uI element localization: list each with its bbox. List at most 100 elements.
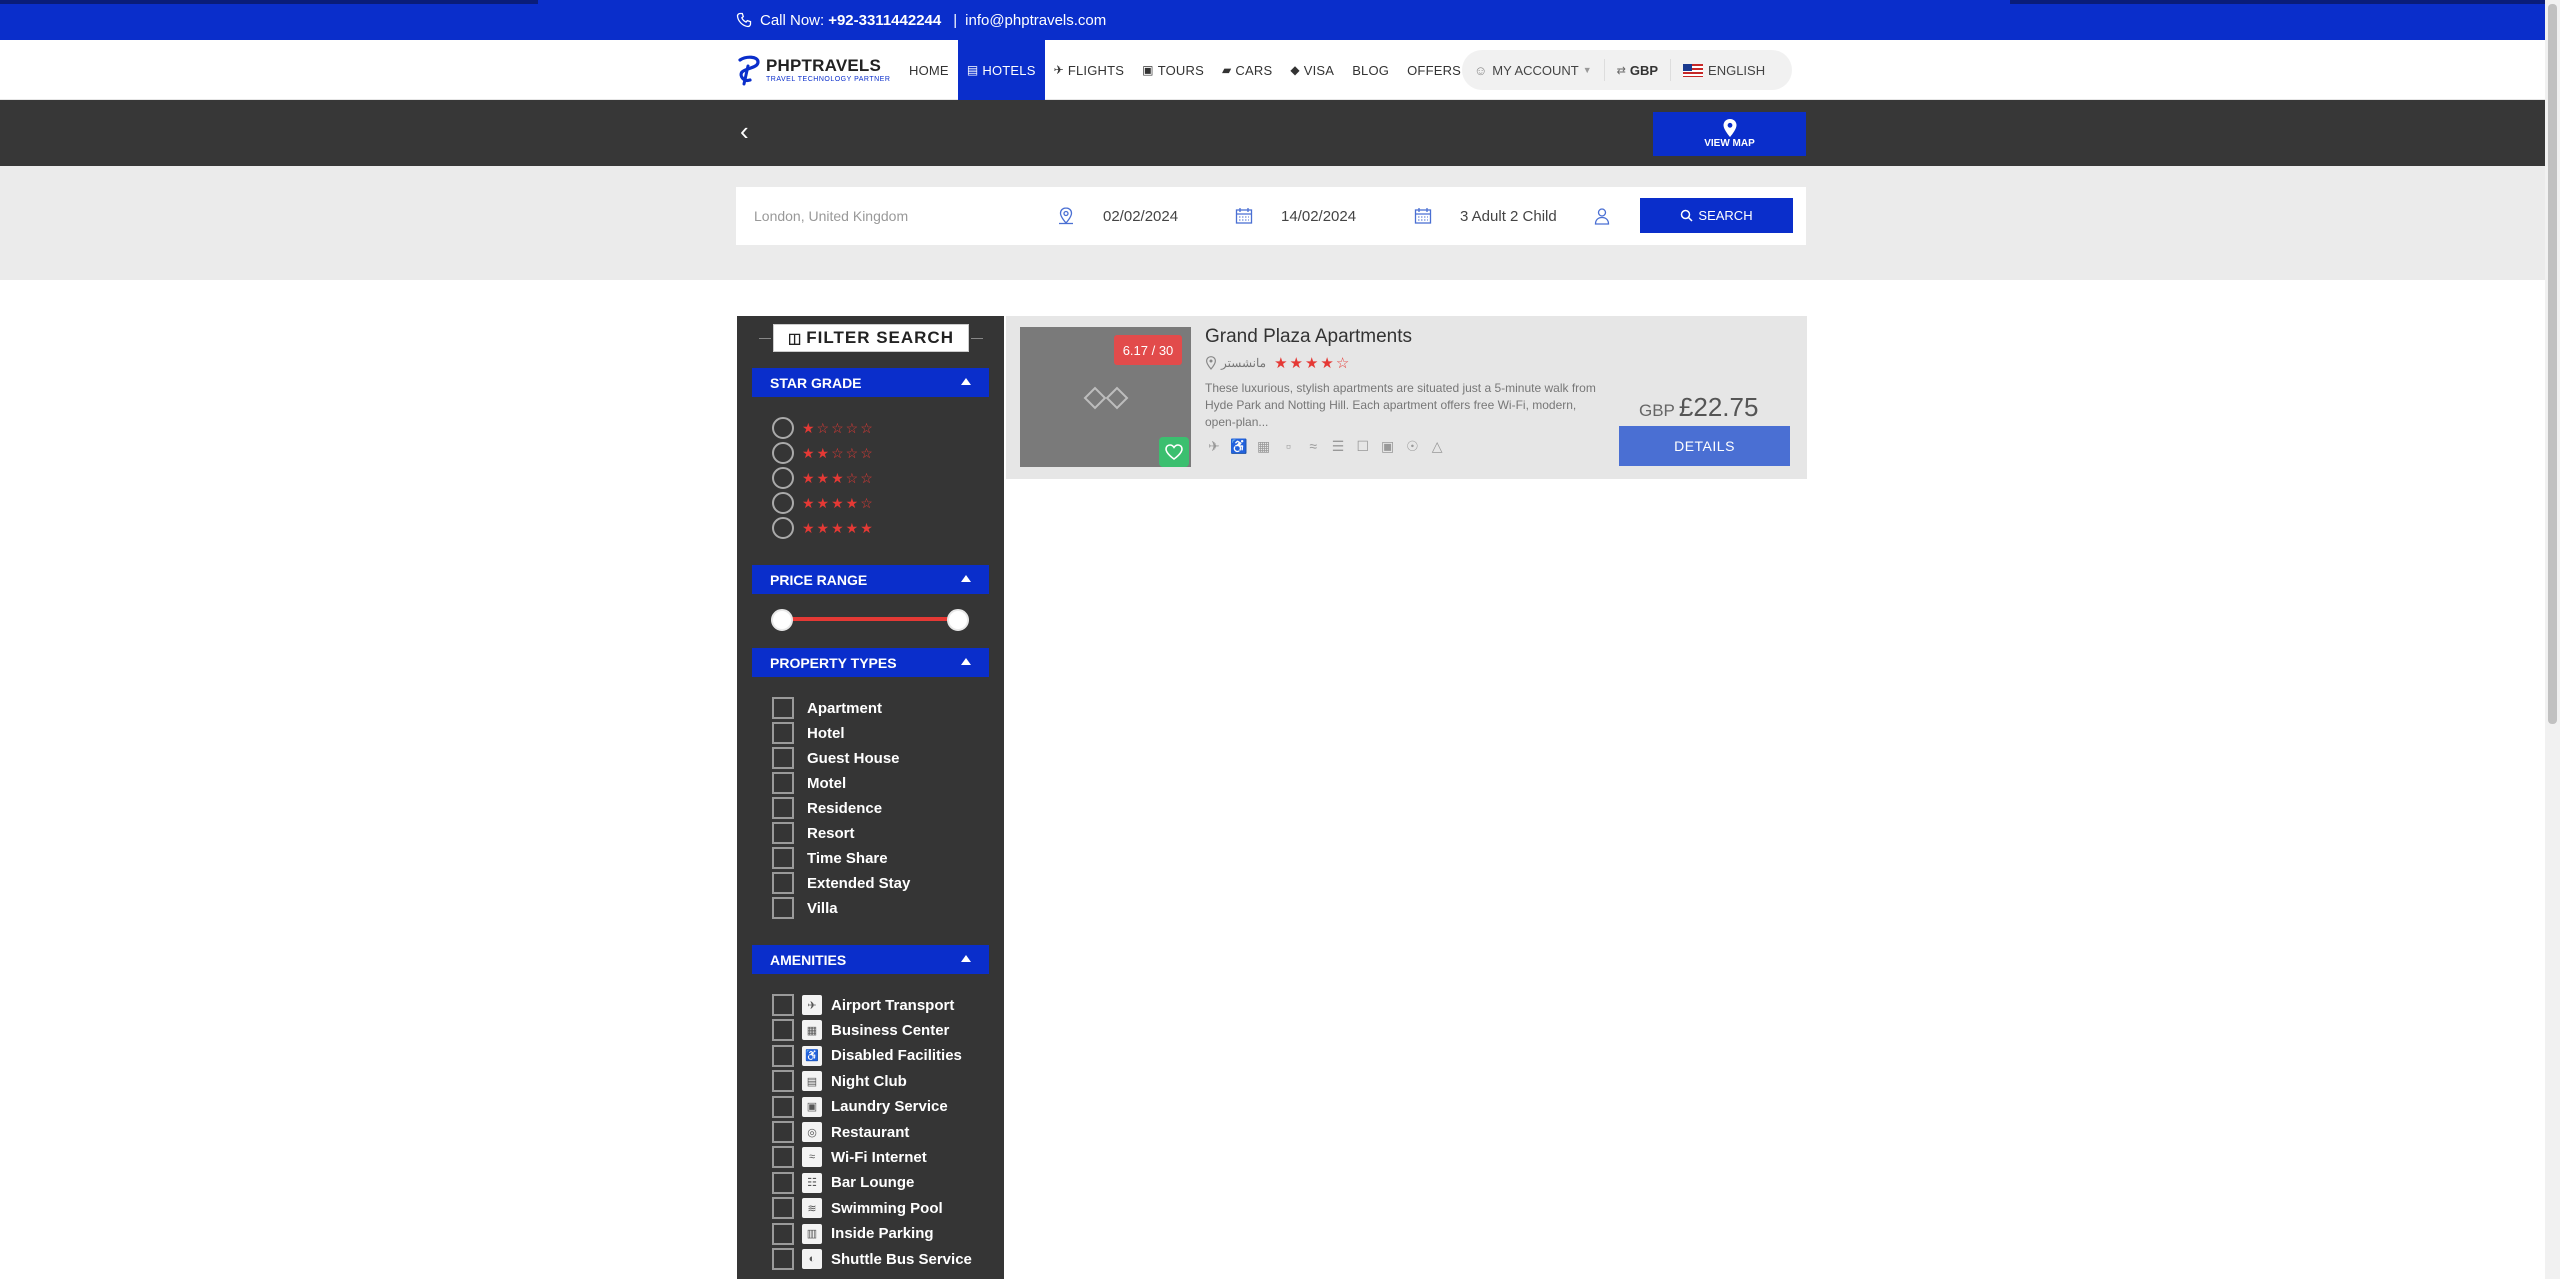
car-icon: ▰ (1221, 63, 1232, 77)
amenity-option[interactable]: ▣ Laundry Service (772, 1095, 948, 1118)
price-min-handle[interactable] (771, 609, 793, 631)
checkbox[interactable] (772, 1019, 794, 1042)
checkout-date-input[interactable]: 14/02/2024 (1281, 187, 1356, 245)
amenities-header[interactable]: AMENITIES (752, 945, 989, 974)
view-map-button[interactable]: VIEW MAP (1653, 112, 1806, 156)
star-grade-option[interactable]: ★★★★★ (772, 517, 875, 539)
nav-blog[interactable]: BLOG (1343, 40, 1398, 100)
star-grade-header[interactable]: STAR GRADE (752, 368, 989, 397)
scrollbar-thumb[interactable] (2548, 4, 2557, 724)
property-type-option[interactable]: Extended Stay (772, 872, 910, 894)
nav-tours[interactable]: ▣ TOURS (1133, 40, 1213, 100)
amenity-option[interactable]: ☷ Bar Lounge (772, 1171, 914, 1194)
radio-button[interactable] (772, 467, 794, 489)
checkbox[interactable] (772, 847, 794, 869)
checkbox[interactable] (772, 1248, 794, 1270)
star-grade-option[interactable]: ★★★★☆ (772, 492, 875, 514)
location-input[interactable]: London, United Kingdom (754, 187, 908, 245)
nav-label: HOTELS (982, 62, 1036, 78)
property-type-option[interactable]: Apartment (772, 697, 882, 719)
property-type-label: Hotel (807, 724, 845, 742)
amenity-option[interactable]: ♿ Disabled Facilities (772, 1044, 962, 1067)
bar-icon: ☰ (1331, 437, 1345, 454)
price-range-header[interactable]: PRICE RANGE (752, 565, 989, 594)
property-type-option[interactable]: Time Share (772, 847, 888, 869)
checkbox[interactable] (772, 797, 794, 819)
amenity-option[interactable]: ≈ Wi-Fi Internet (772, 1146, 927, 1169)
radio-button[interactable] (772, 442, 794, 464)
my-account-menu[interactable]: ☺ MY ACCOUNT ▼ (1462, 50, 1604, 90)
restaurant-icon: ◎ (802, 1122, 822, 1142)
radio-button[interactable] (772, 492, 794, 514)
star-grade-option[interactable]: ★☆☆☆☆ (772, 417, 875, 439)
amenity-option[interactable]: ▥ Inside Parking (772, 1222, 934, 1245)
amenity-option[interactable]: ▦ Business Center (772, 1019, 949, 1042)
amenity-option[interactable]: ◎ Restaurant (772, 1121, 909, 1143)
accessibility-icon: ♿ (802, 1045, 822, 1066)
email-link[interactable]: info@phptravels.com (965, 12, 1106, 29)
phone-number[interactable]: +92-3311442244 (828, 12, 941, 29)
guests-input[interactable]: 3 Adult 2 Child (1460, 187, 1557, 245)
radio-button[interactable] (772, 417, 794, 439)
checkbox[interactable] (772, 1171, 794, 1194)
language-label: ENGLISH (1708, 62, 1766, 78)
search-button[interactable]: SEARCH (1640, 198, 1793, 233)
property-types-header[interactable]: PROPERTY TYPES (752, 648, 989, 677)
favorite-button[interactable] (1159, 437, 1189, 467)
nav-flights[interactable]: ✈ FLIGHTS (1045, 40, 1134, 100)
price-max-handle[interactable] (947, 609, 969, 631)
checkbox[interactable] (772, 822, 794, 844)
nav-cars[interactable]: ▰ CARS (1213, 40, 1281, 100)
plane-icon: ✈ (1053, 63, 1064, 77)
filter-title-label: FILTER SEARCH (806, 328, 954, 347)
checkbox[interactable] (772, 1070, 794, 1093)
logo[interactable]: PHPTRAVELS TRAVEL TECHNOLOGY PARTNER (736, 54, 890, 86)
amenity-option[interactable]: ✈ Airport Transport (772, 994, 954, 1016)
property-type-option[interactable]: Villa (772, 897, 838, 919)
star-grade-option[interactable]: ★★★☆☆ (772, 467, 875, 489)
property-type-option[interactable]: Hotel (772, 722, 845, 744)
amenity-option[interactable]: ▤ Night Club (772, 1070, 907, 1093)
checkbox[interactable] (772, 994, 794, 1016)
property-type-label: Villa (807, 899, 838, 917)
hotel-image[interactable]: 6.17 / 30 (1020, 327, 1191, 467)
hotel-name-link[interactable]: Grand Plaza Apartments (1205, 326, 1412, 348)
nav-offers[interactable]: OFFERS (1398, 40, 1470, 100)
property-types-label: PROPERTY TYPES (770, 654, 897, 671)
currency-selector[interactable]: ⇄ GBP (1603, 59, 1670, 81)
checkbox[interactable] (772, 1197, 794, 1220)
checkbox[interactable] (772, 1121, 794, 1143)
topbar-accent-right (2010, 0, 2545, 4)
checkbox[interactable] (772, 1222, 794, 1245)
checkbox[interactable] (772, 1146, 794, 1169)
checkbox[interactable] (772, 872, 794, 894)
checkbox[interactable] (772, 1095, 794, 1118)
checkbox[interactable] (772, 697, 794, 719)
checkbox[interactable] (772, 772, 794, 794)
search-icon (1681, 209, 1693, 222)
checkbox[interactable] (772, 897, 794, 919)
checkbox[interactable] (772, 1044, 794, 1067)
property-type-option[interactable]: Guest House (772, 747, 900, 769)
nav-hotels[interactable]: ▤ HOTELS (957, 40, 1045, 100)
map-pin-icon (1723, 119, 1736, 137)
nav-visa[interactable]: ◆ VISA (1281, 40, 1343, 100)
amenity-label: Wi-Fi Internet (831, 1148, 927, 1166)
property-type-option[interactable]: Motel (772, 772, 846, 794)
shuttle-icon: ▣ (1380, 437, 1395, 454)
amenity-option[interactable]: ◐ Shuttle Bus Service (772, 1248, 972, 1270)
back-arrow-icon[interactable]: ‹ (740, 116, 749, 146)
checkbox[interactable] (772, 722, 794, 744)
nav-home[interactable]: HOME (900, 40, 958, 100)
collapse-caret-icon (961, 575, 971, 582)
radio-button[interactable] (772, 517, 794, 539)
checkbox[interactable] (772, 747, 794, 769)
checkin-date-input[interactable]: 02/02/2024 (1103, 187, 1178, 245)
amenity-label: Laundry Service (831, 1098, 948, 1116)
details-button[interactable]: DETAILS (1619, 426, 1790, 466)
amenity-option[interactable]: ≋ Swimming Pool (772, 1197, 943, 1220)
language-selector[interactable]: ENGLISH (1670, 59, 1777, 81)
star-grade-option[interactable]: ★★☆☆☆ (772, 442, 875, 464)
property-type-option[interactable]: Resort (772, 822, 855, 844)
property-type-option[interactable]: Residence (772, 797, 882, 819)
